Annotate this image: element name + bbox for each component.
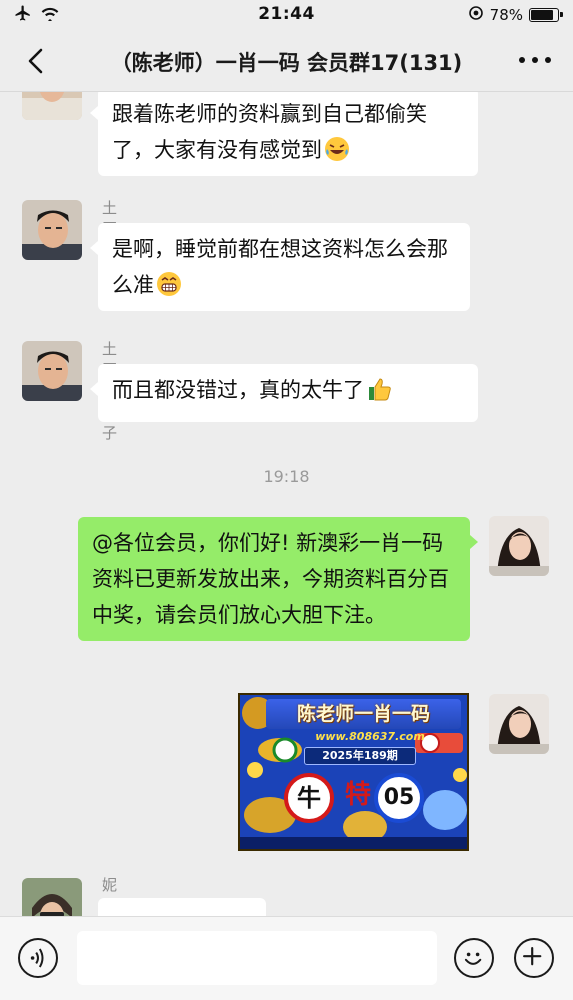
promo-title: 陈老师一肖一码: [266, 699, 461, 729]
grinning-emoji: [157, 272, 181, 296]
location-icon: [468, 5, 484, 25]
avatar[interactable]: [22, 341, 82, 401]
more-dots-icon: [519, 57, 525, 63]
more-button[interactable]: [519, 50, 551, 70]
emoji-button[interactable]: [454, 938, 494, 978]
thumbs-up-emoji: [369, 378, 391, 401]
message-text: 而且都没错过，真的太牛了: [112, 378, 364, 402]
message-bubble[interactable]: @各位会员，你们好! 新澳彩一肖一码资料已更新发放出来，今期资料百分百中奖，请会…: [78, 517, 478, 641]
voice-icon: [30, 948, 44, 968]
promo-url: www.808637.com: [315, 730, 425, 743]
voice-button[interactable]: [18, 938, 58, 978]
timestamp: 19:18: [263, 467, 310, 486]
status-bar: 21:44 78%: [0, 0, 573, 30]
message-text: @各位会员，你们好! 新澳彩一肖一码资料已更新发放出来，今期资料百分百中奖，请会…: [92, 531, 449, 627]
chat-title: （陈老师）一肖一码 会员群17(131): [110, 51, 463, 75]
promo-footer: [240, 837, 467, 849]
message-text: 跟着陈老师的资料赢到自己都偷笑了，大家有没有感觉到: [112, 102, 427, 162]
chat-area[interactable]: 跟着陈老师的资料赢到自己都偷笑了，大家有没有感觉到 土匪老爷子 是啊，睡觉前都在…: [0, 92, 573, 916]
laughing-tears-emoji: [325, 137, 349, 161]
battery-level: [531, 10, 553, 20]
avatar[interactable]: [22, 878, 82, 916]
promo-number-ball: 05: [374, 773, 424, 823]
message-bubble[interactable]: 跟着陈老师的资料赢到自己都偷笑了，大家有没有感觉到: [90, 92, 478, 176]
emoji-icon: [464, 952, 482, 965]
promo-image[interactable]: 特 陈老师一肖一码 www.808637.com 2025年189期 牛 05: [238, 693, 469, 851]
battery-percent: 78%: [489, 6, 523, 24]
avatar[interactable]: [489, 516, 549, 576]
battery-icon: [529, 8, 563, 22]
plus-icon: [523, 947, 542, 966]
message-bubble[interactable]: 而且都没错过，真的太牛了: [90, 364, 478, 422]
message-input[interactable]: [77, 931, 437, 985]
plus-button[interactable]: [514, 938, 554, 978]
message-bubble[interactable]: 是啊，睡觉前都在想这资料怎么会那么准: [90, 223, 470, 311]
avatar[interactable]: [22, 92, 82, 120]
promo-issue: 2025年189期: [304, 747, 416, 765]
promo-zodiac-ball: 牛: [284, 773, 334, 823]
input-bar: [0, 916, 573, 1000]
avatar[interactable]: [22, 200, 82, 260]
svg-text:特: 特: [345, 779, 371, 809]
nav-bar: （陈老师）一肖一码 会员群17(131): [0, 30, 573, 92]
message-bubble[interactable]: [98, 898, 266, 916]
avatar[interactable]: [489, 694, 549, 754]
